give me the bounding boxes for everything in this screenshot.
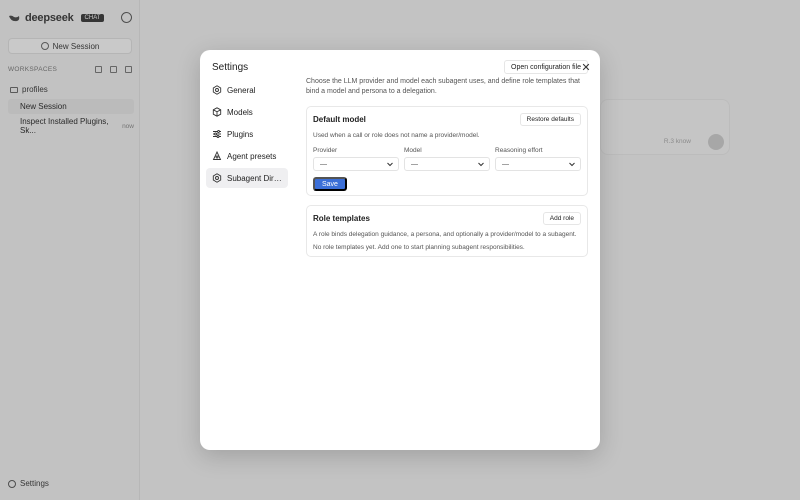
intro-text: Choose the LLM provider and model each s… <box>306 78 580 95</box>
robot-icon <box>212 151 222 161</box>
add-role-button[interactable]: Add role <box>542 212 581 225</box>
provider-select[interactable]: — <box>313 157 399 171</box>
nav-item-label: Plugins <box>227 129 254 139</box>
model-select[interactable]: — <box>404 157 490 171</box>
settings-content: Choose the LLM provider and model each s… <box>306 77 588 257</box>
reasoning-effort-select[interactable]: — <box>495 157 581 171</box>
provider-value: — <box>320 160 327 168</box>
default-model-card: Default model Restore defaults Used when… <box>306 106 588 196</box>
nav-item-general[interactable]: General <box>206 80 288 100</box>
hexagon-gear-icon <box>212 85 222 95</box>
chevron-down-icon <box>387 162 393 167</box>
settings-nav: General Models Plugins Agent presets Sub… <box>206 80 288 190</box>
sliders-icon <box>212 129 222 139</box>
nav-item-models[interactable]: Models <box>206 102 288 122</box>
reasoning-effort-label: Reasoning effort <box>495 147 543 154</box>
cube-icon <box>212 107 222 117</box>
effort-value: — <box>502 160 509 168</box>
role-templates-title: Role templates <box>313 214 370 223</box>
nav-item-plugins[interactable]: Plugins <box>206 124 288 144</box>
nav-item-label: General <box>227 85 256 95</box>
nav-item-subagent-directory[interactable]: Subagent Directory <box>206 168 288 188</box>
save-button[interactable]: Save <box>313 177 347 191</box>
close-icon[interactable]: ✕ <box>580 61 592 74</box>
role-templates-desc: A role binds delegation guidance, a pers… <box>313 231 577 238</box>
nav-item-label: Subagent Directory <box>227 173 285 183</box>
settings-dialog: Settings Open configuration file ✕ Gener… <box>200 50 600 450</box>
nav-item-agent-presets[interactable]: Agent presets <box>206 146 288 166</box>
role-templates-empty: No role templates yet. Add one to start … <box>313 244 525 251</box>
dialog-title: Settings <box>212 62 249 73</box>
nav-item-label: Agent presets <box>227 151 277 161</box>
chevron-down-icon <box>569 162 575 167</box>
provider-label: Provider <box>313 147 338 154</box>
model-value: — <box>411 160 418 168</box>
default-model-title: Default model <box>313 115 366 124</box>
chevron-down-icon <box>478 162 484 167</box>
default-model-desc: Used when a call or role does not name a… <box>313 132 480 139</box>
hexagon-gear-icon <box>212 173 222 183</box>
open-config-button[interactable]: Open configuration file <box>504 60 589 74</box>
model-label: Model <box>404 147 422 154</box>
restore-defaults-button[interactable]: Restore defaults <box>519 113 581 126</box>
role-templates-card: Role templates Add role A role binds del… <box>306 205 588 257</box>
nav-item-label: Models <box>227 107 253 117</box>
